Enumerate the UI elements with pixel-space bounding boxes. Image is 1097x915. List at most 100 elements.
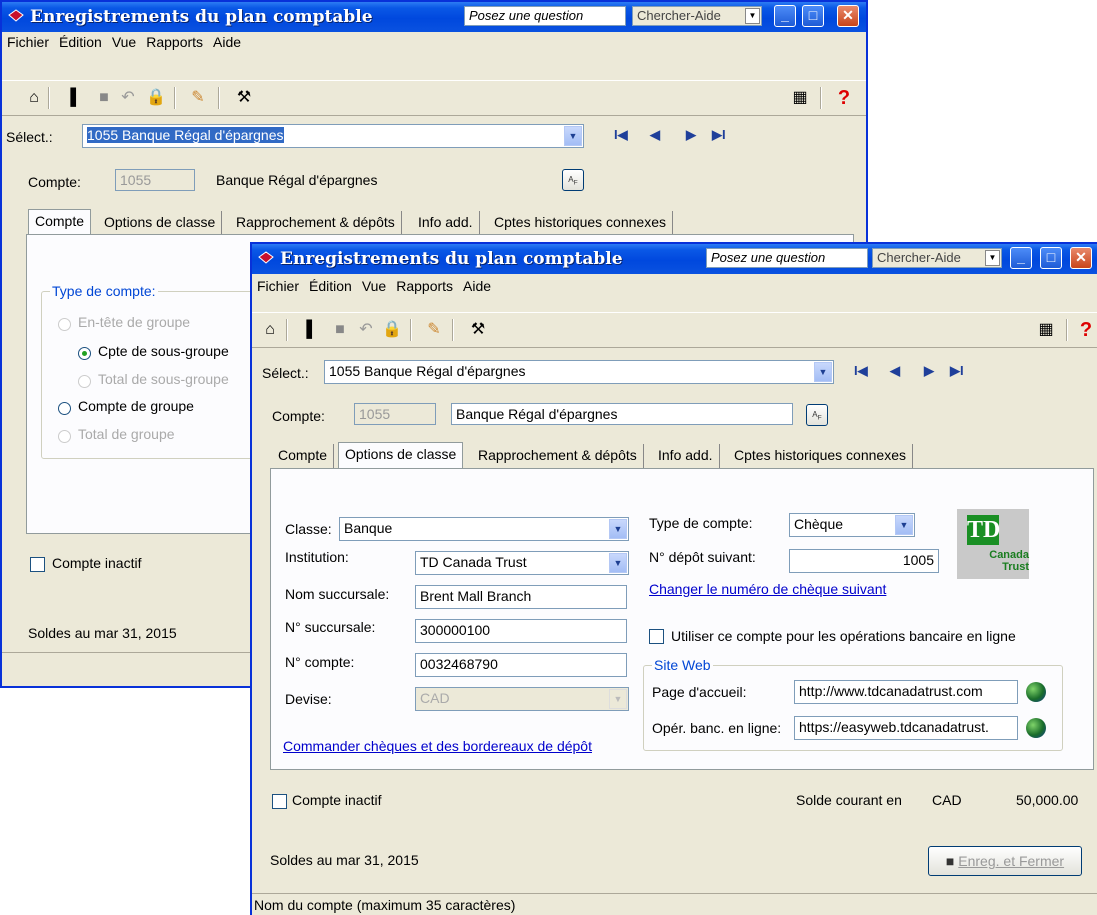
- chevron-down-icon[interactable]: ▼: [609, 553, 627, 573]
- institution-select[interactable]: TD Canada Trust ▼: [415, 551, 629, 575]
- first-record-icon[interactable]: I◀: [614, 127, 628, 143]
- account-type-title: Type de compte:: [50, 283, 158, 299]
- menu-vue[interactable]: Vue: [357, 276, 391, 294]
- inactive-checkbox[interactable]: [30, 557, 45, 572]
- minimize-button[interactable]: _: [1010, 247, 1032, 269]
- globe-icon[interactable]: [1026, 682, 1046, 702]
- tab-rapprochement[interactable]: Rapprochement & dépôts: [230, 211, 402, 235]
- menu-edition[interactable]: Édition: [54, 32, 107, 50]
- radio-cpte-sous-groupe[interactable]: [78, 347, 91, 360]
- minimize-button[interactable]: _: [774, 5, 796, 27]
- tools-icon[interactable]: ⚒: [234, 88, 254, 108]
- maximize-button[interactable]: □: [1040, 247, 1062, 269]
- classe-select[interactable]: Banque ▼: [339, 517, 629, 541]
- radio-total-groupe[interactable]: [58, 430, 71, 443]
- pen-icon[interactable]: ✎: [188, 88, 208, 108]
- save-close-button[interactable]: ■ Enreg. et Fermer: [928, 846, 1082, 876]
- menu-fichier[interactable]: Fichier: [2, 32, 54, 50]
- account-select[interactable]: 1055 Banque Régal d'épargnes ▼: [324, 360, 834, 384]
- menu-aide[interactable]: Aide: [458, 276, 496, 294]
- lock-icon[interactable]: 🔒: [382, 320, 402, 340]
- tab-compte[interactable]: Compte: [28, 209, 92, 236]
- save-icon[interactable]: ■: [330, 320, 350, 340]
- menu-aide[interactable]: Aide: [208, 32, 246, 50]
- account-name-field[interactable]: Banque Régal d'épargnes: [211, 169, 553, 191]
- depot-suivant-field[interactable]: 1005: [789, 549, 939, 573]
- home-icon[interactable]: ⌂: [260, 320, 280, 340]
- radio-total-sous-groupe[interactable]: [78, 375, 91, 388]
- tab-rapprochement[interactable]: Rapprochement & dépôts: [472, 444, 644, 468]
- type-compte-select[interactable]: Chèque ▼: [789, 513, 915, 537]
- tab-info-add[interactable]: Info add.: [652, 444, 720, 468]
- account-name-field[interactable]: Banque Régal d'épargnes: [451, 403, 793, 425]
- tools-icon[interactable]: ⚒: [468, 320, 488, 340]
- book-icon[interactable]: ▌: [302, 320, 322, 340]
- devise-select[interactable]: CAD ▼: [415, 687, 629, 711]
- language-button[interactable]: AF: [562, 169, 584, 191]
- select-label: Sélect.:: [262, 365, 309, 381]
- next-record-icon[interactable]: ▶: [686, 127, 696, 143]
- tab-cptes-historiques[interactable]: Cptes historiques connexes: [488, 211, 673, 235]
- homepage-field[interactable]: http://www.tdcanadatrust.com: [794, 680, 1018, 704]
- chevron-down-icon[interactable]: ▼: [985, 250, 1000, 266]
- account-select[interactable]: 1055 Banque Régal d'épargnes ▼: [82, 124, 584, 148]
- calculator-icon[interactable]: ▦: [1036, 320, 1056, 340]
- nom-succursale-field[interactable]: Brent Mall Branch: [415, 585, 627, 609]
- prev-record-icon[interactable]: ◀: [650, 127, 660, 143]
- language-button[interactable]: AF: [806, 404, 828, 426]
- help-search-combo[interactable]: Chercher-Aide ▼: [872, 248, 1002, 268]
- account-number-field[interactable]: 1055: [115, 169, 195, 191]
- pen-icon[interactable]: ✎: [424, 320, 444, 340]
- globe-icon[interactable]: [1026, 718, 1046, 738]
- next-record-icon[interactable]: ▶: [924, 363, 934, 379]
- menu-rapports[interactable]: Rapports: [141, 32, 208, 50]
- title-bar[interactable]: Enregistrements du plan comptable Posez …: [2, 2, 866, 32]
- tab-info-add[interactable]: Info add.: [412, 211, 480, 235]
- menu-vue[interactable]: Vue: [107, 32, 141, 50]
- chevron-down-icon[interactable]: ▼: [609, 519, 627, 539]
- radio-compte-groupe[interactable]: [58, 402, 71, 415]
- undo-icon[interactable]: ↶: [356, 320, 376, 340]
- inactive-checkbox[interactable]: [272, 794, 287, 809]
- tab-options-classe[interactable]: Options de classe: [98, 211, 223, 235]
- chevron-down-icon[interactable]: ▼: [609, 689, 627, 709]
- tab-options-classe[interactable]: Options de classe: [338, 442, 464, 469]
- no-succursale-field[interactable]: 300000100: [415, 619, 627, 643]
- chevron-down-icon[interactable]: ▼: [745, 8, 760, 24]
- radio-en-tete-groupe[interactable]: [58, 318, 71, 331]
- ask-question-input[interactable]: Posez une question: [706, 248, 868, 268]
- first-record-icon[interactable]: I◀: [854, 363, 868, 379]
- change-cheque-link[interactable]: Changer le numéro de chèque suivant: [649, 581, 886, 597]
- help-icon[interactable]: ?: [1076, 320, 1096, 340]
- last-record-icon[interactable]: ▶I: [712, 127, 726, 143]
- tab-cptes-historiques[interactable]: Cptes historiques connexes: [728, 444, 913, 468]
- chevron-down-icon[interactable]: ▼: [895, 515, 913, 535]
- title-bar[interactable]: Enregistrements du plan comptable Posez …: [252, 244, 1097, 274]
- menu-fichier[interactable]: Fichier: [252, 276, 304, 294]
- chevron-down-icon[interactable]: ▼: [564, 126, 582, 146]
- help-icon[interactable]: ?: [834, 88, 854, 108]
- online-url-field[interactable]: https://easyweb.tdcanadatrust.: [794, 716, 1018, 740]
- chevron-down-icon[interactable]: ▼: [814, 362, 832, 382]
- last-record-icon[interactable]: ▶I: [950, 363, 964, 379]
- no-compte-field[interactable]: 0032468790: [415, 653, 627, 677]
- ask-question-input[interactable]: Posez une question: [464, 6, 626, 26]
- order-cheques-link[interactable]: Commander chèques et des bordereaux de d…: [283, 738, 592, 754]
- lock-icon[interactable]: 🔒: [146, 88, 166, 108]
- online-banking-checkbox[interactable]: [649, 629, 664, 644]
- book-icon[interactable]: ▌: [66, 88, 86, 108]
- save-icon[interactable]: ■: [94, 88, 114, 108]
- menu-rapports[interactable]: Rapports: [391, 276, 458, 294]
- close-button[interactable]: ✕: [837, 5, 859, 27]
- close-button[interactable]: ✕: [1070, 247, 1092, 269]
- home-icon[interactable]: ⌂: [24, 88, 44, 108]
- prev-record-icon[interactable]: ◀: [890, 363, 900, 379]
- maximize-button[interactable]: □: [802, 5, 824, 27]
- undo-icon[interactable]: ↶: [118, 88, 138, 108]
- menu-edition[interactable]: Édition: [304, 276, 357, 294]
- account-number-field[interactable]: 1055: [354, 403, 436, 425]
- tab-compte[interactable]: Compte: [272, 444, 335, 468]
- radio-compte-groupe-label: Compte de groupe: [78, 398, 194, 414]
- help-search-combo[interactable]: Chercher-Aide ▼: [632, 6, 762, 26]
- calculator-icon[interactable]: ▦: [790, 88, 810, 108]
